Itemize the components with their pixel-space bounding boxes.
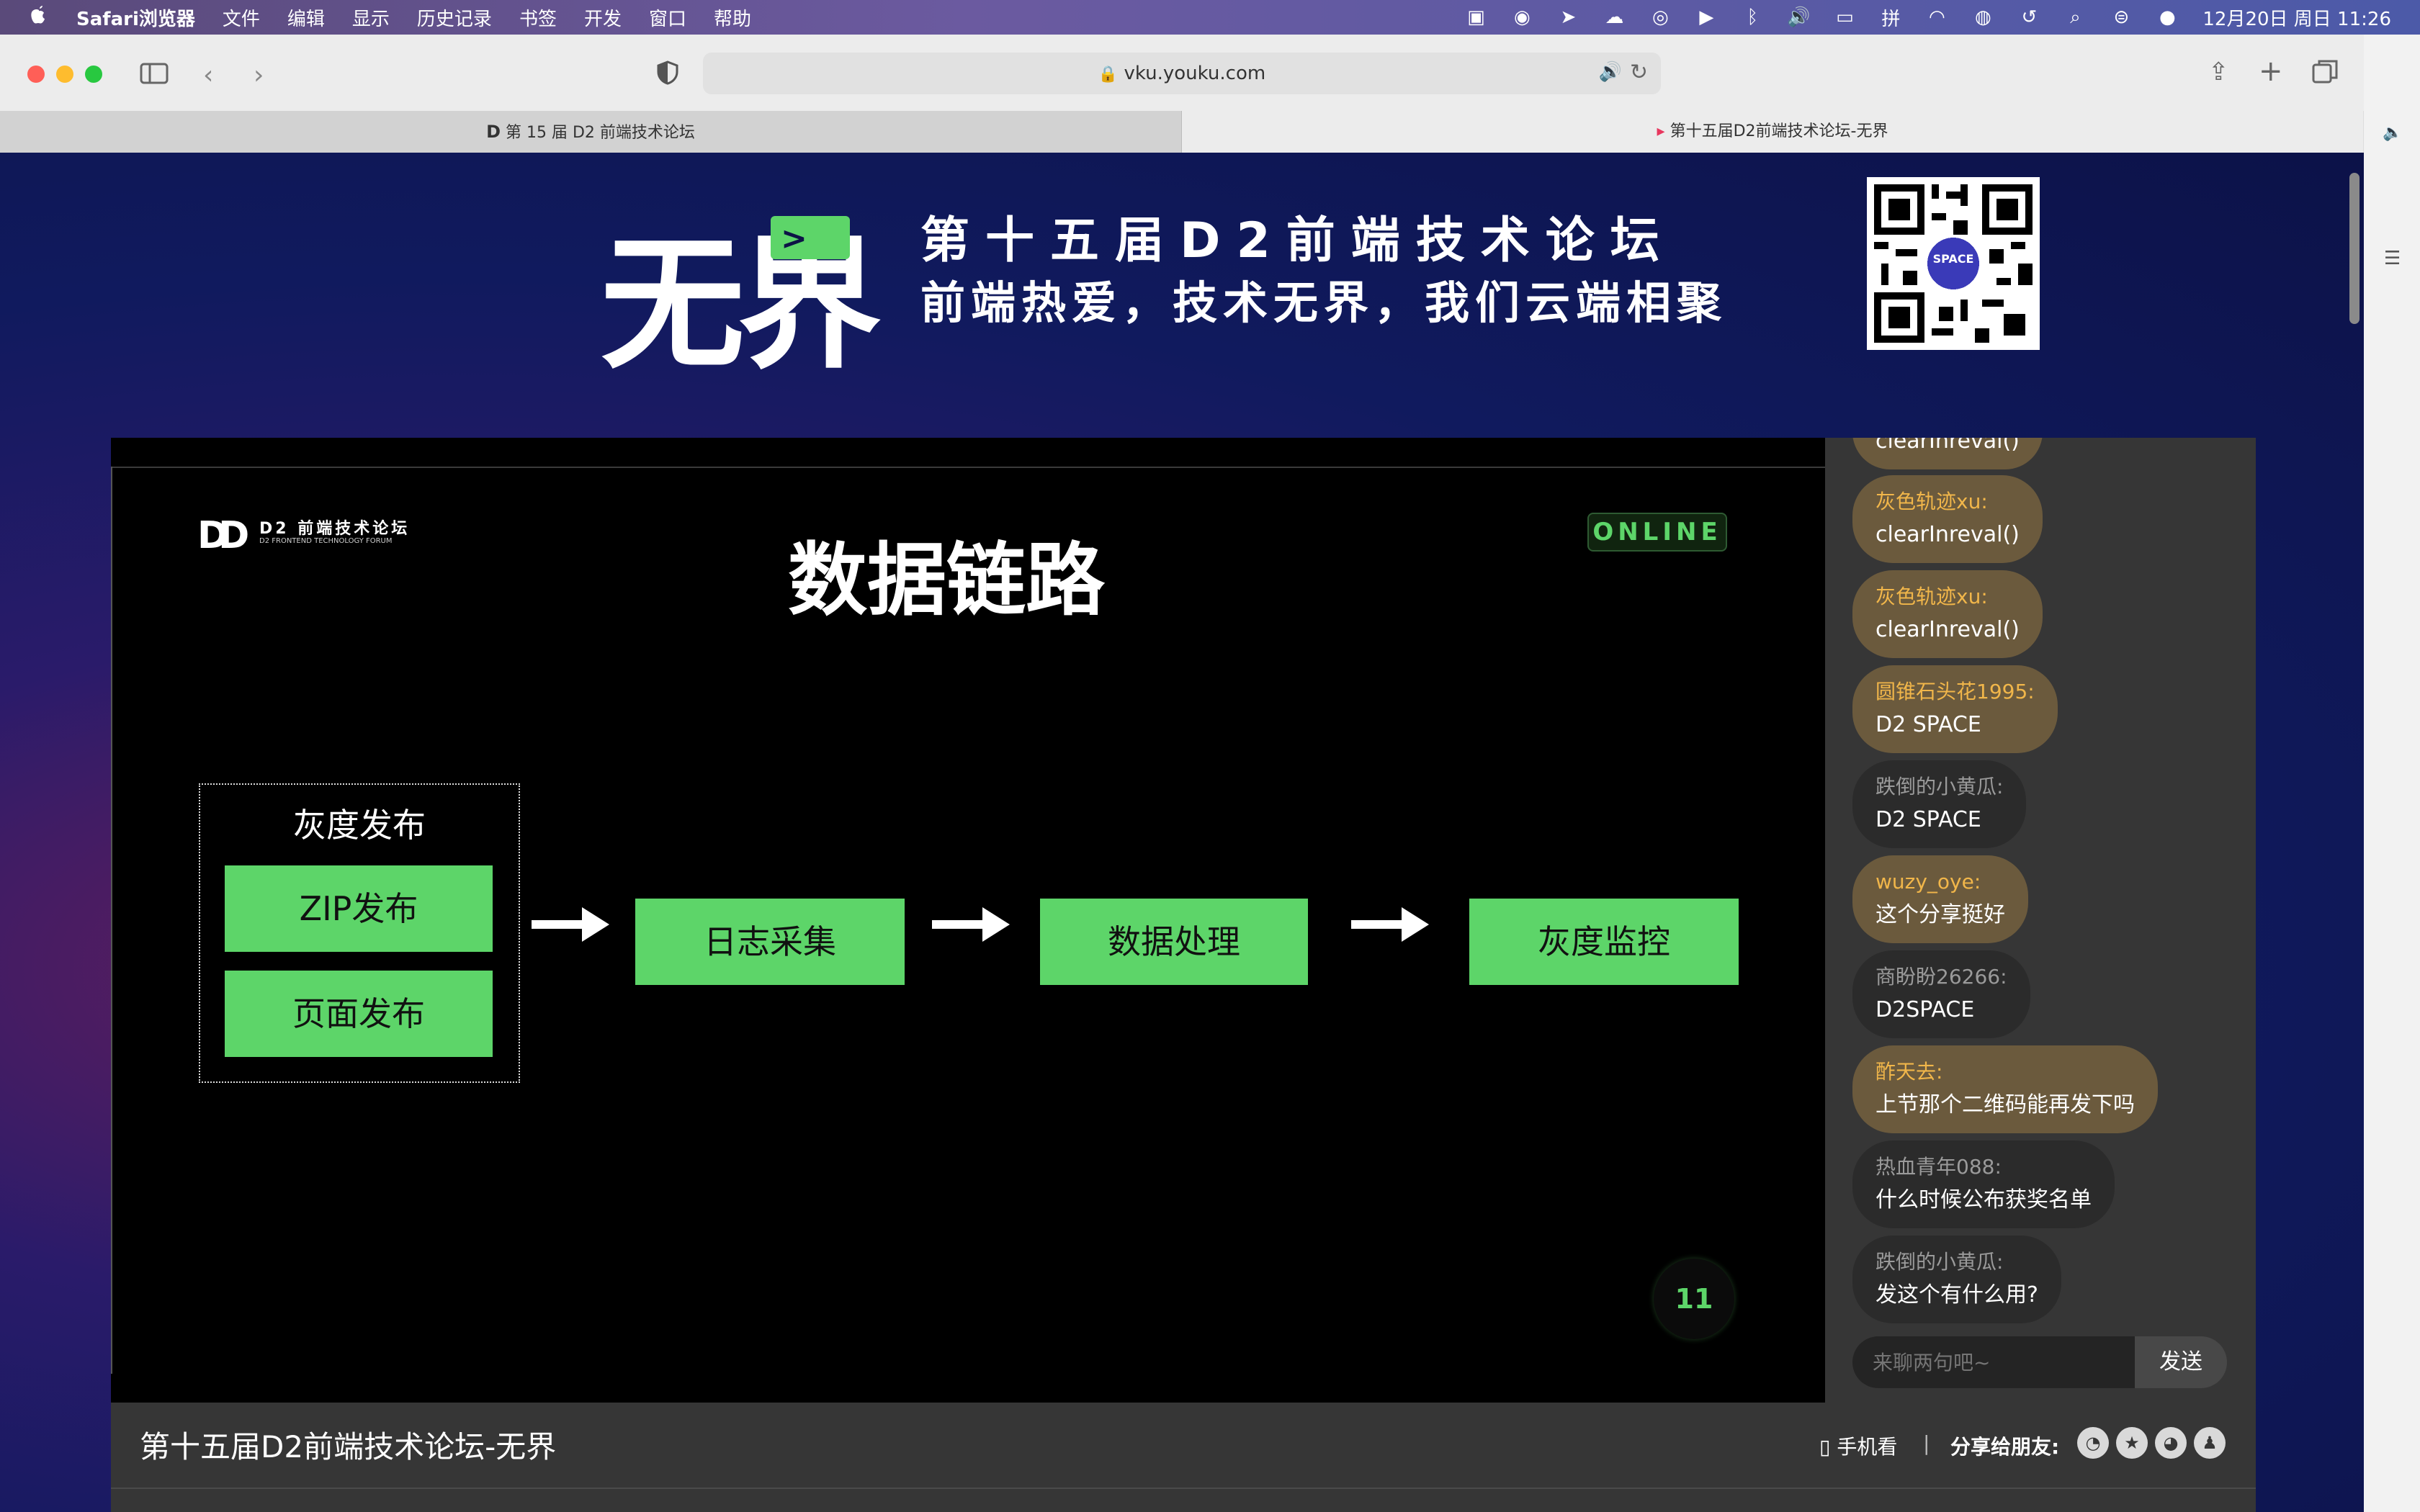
separator: |: [1923, 1431, 1930, 1455]
address-bar[interactable]: 🔒 vku.youku.com 🔊 ↻: [703, 53, 1661, 94]
menu-edit[interactable]: 编辑: [287, 4, 325, 31]
chat-message: wuzy_oye: 这个分享挺好: [1852, 855, 2028, 943]
url-text: 🔒 vku.youku.com: [1098, 63, 1266, 84]
chat-message-partial: clearInreval(): [1852, 438, 2043, 469]
arrow-right-icon: [932, 904, 1011, 948]
user-icon[interactable]: ◍: [1972, 6, 1994, 28]
spotlight-search-icon[interactable]: ⌕: [2064, 6, 2086, 28]
info-divider: [111, 1488, 2256, 1489]
zip-release-box: ZIP发布: [225, 865, 493, 952]
share-icon[interactable]: ⇪: [2208, 58, 2229, 86]
slide-logo-title: D2 前端技术论坛: [259, 520, 411, 538]
share-label: 分享给朋友:: [1950, 1435, 2060, 1459]
arrow-right-icon: [1351, 904, 1430, 948]
d2-favicon-icon: D: [486, 122, 501, 142]
page-scrollbar[interactable]: [2349, 173, 2360, 324]
qq-icon[interactable]: ◎: [1649, 6, 1671, 28]
chat-message: 跌倒的小黄瓜: D2 SPACE: [1852, 760, 2027, 848]
paper-plane-icon[interactable]: ➤: [1557, 6, 1579, 28]
input-method-icon[interactable]: 拼: [1880, 6, 1901, 30]
arrow-right-icon: [532, 904, 611, 948]
gray-release-title: 灰度发布: [293, 806, 426, 845]
tab-overview-icon[interactable]: [2312, 59, 2338, 86]
menubar-clock[interactable]: 12月20日 周日 11:26: [2202, 4, 2391, 31]
menubar: Safari浏览器 文件 编辑 显示 历史记录 书签 开发 窗口 帮助 ▣ ◉ …: [0, 0, 2420, 35]
battery-icon[interactable]: ▭: [1834, 6, 1855, 28]
phone-icon: ▯: [1819, 1435, 1831, 1459]
tab-d2-forum[interactable]: D 第 15 届 D2 前端技术论坛: [0, 111, 1182, 153]
youku-favicon-icon: ▸: [1657, 122, 1665, 140]
reload-icon[interactable]: ↻: [1630, 60, 1648, 85]
menu-bookmarks[interactable]: 书签: [519, 4, 557, 31]
slide-left-edge: [111, 467, 112, 1374]
menu-window[interactable]: 窗口: [649, 4, 686, 31]
chat-message: 灰色轨迹xu: clearInreval(): [1852, 475, 2043, 563]
gray-monitor-box: 灰度监控: [1469, 899, 1739, 985]
slide-top-edge: [111, 467, 1825, 468]
data-process-box: 数据处理: [1040, 899, 1308, 985]
wechat-icon[interactable]: ☁: [1603, 6, 1625, 28]
qr-code: SPACE: [1867, 177, 2040, 350]
close-window-button[interactable]: [27, 66, 45, 83]
chat-message: 热血青年088: 什么时候公布获奖名单: [1852, 1140, 2115, 1228]
sidebar-toggle-icon[interactable]: [140, 62, 169, 88]
menu-safari[interactable]: Safari浏览器: [76, 4, 195, 31]
brand-terminal-icon: >: [771, 216, 850, 259]
chat-message: 商盼盼26266: D2SPACE: [1852, 950, 2030, 1038]
banner-line1: 第十五届D2前端技术论坛: [920, 212, 1675, 269]
menu-help[interactable]: 帮助: [714, 4, 751, 31]
online-badge: ONLINE: [1587, 513, 1727, 552]
time-machine-icon[interactable]: ↺: [2018, 6, 2040, 28]
control-center-icon[interactable]: ⊜: [2110, 6, 2132, 28]
banner-line2: 前端热爱，技术无界，我们云端相聚: [920, 276, 1728, 329]
send-button[interactable]: 发送: [2135, 1336, 2227, 1388]
lock-icon: 🔒: [1098, 66, 1119, 84]
back-icon[interactable]: ‹: [203, 60, 213, 90]
siri-icon[interactable]: ●: [2156, 6, 2178, 28]
volume-icon[interactable]: 🔊: [1787, 6, 1810, 28]
menu-develop[interactable]: 开发: [584, 4, 622, 31]
share-weibo-icon[interactable]: ◕: [2155, 1427, 2187, 1459]
zoom-window-button[interactable]: [85, 66, 102, 83]
slide-page-number: 11: [1654, 1259, 1734, 1339]
chat-input[interactable]: [1852, 1336, 2135, 1388]
chat-message: 圆锥石头花1995: D2 SPACE: [1852, 665, 2058, 753]
wifi-icon[interactable]: ◠: [1926, 6, 1948, 28]
new-tab-icon[interactable]: +: [2259, 55, 2283, 88]
audio-playing-icon[interactable]: 🔊: [1599, 61, 1622, 83]
cursor-app-icon[interactable]: ◉: [1511, 6, 1533, 28]
mute-tab-icon[interactable]: 🔈: [2383, 124, 2402, 142]
forward-icon[interactable]: ›: [254, 60, 264, 90]
privacy-shield-icon[interactable]: [657, 60, 678, 88]
share-qq-icon[interactable]: ♟: [2194, 1427, 2226, 1459]
apple-icon[interactable]: [29, 3, 49, 32]
menu-history[interactable]: 历史记录: [417, 4, 492, 31]
chat-message: 跌倒的小黄瓜: 发这个有什么用?: [1852, 1236, 2061, 1323]
video-player[interactable]: DD D2 前端技术论坛 D2 FRONTEND TECHNOLOGY FORU…: [111, 438, 1825, 1403]
bluetooth-icon[interactable]: ᛒ: [1742, 6, 1763, 28]
share-wechat-icon[interactable]: ◔: [2077, 1427, 2109, 1459]
menu-view[interactable]: 显示: [352, 4, 390, 31]
tab-d2-wujie[interactable]: ▸ 第十五届D2前端技术论坛-无界: [1182, 111, 2363, 153]
watch-on-mobile-button[interactable]: ▯ 手机看: [1819, 1431, 1897, 1460]
play-icon[interactable]: ▶: [1695, 6, 1717, 28]
qr-badge-text: SPACE: [1932, 252, 1974, 266]
chat-panel: clearInreval() 灰色轨迹xu: clearInreval() 灰色轨…: [1825, 438, 2256, 1403]
slide-logo-subtitle: D2 FRONTEND TECHNOLOGY FORUM: [259, 537, 393, 545]
log-collect-box: 日志采集: [635, 899, 905, 985]
reader-list-icon[interactable]: ☰: [2384, 248, 2401, 269]
video-title: 第十五届D2前端技术论坛-无界: [140, 1429, 557, 1464]
page-release-box: 页面发布: [225, 971, 493, 1057]
d2-logo-icon: DD: [197, 514, 249, 557]
share-qzone-icon[interactable]: ★: [2116, 1427, 2148, 1459]
slide-title: 数据链路: [788, 534, 1105, 626]
menu-file[interactable]: 文件: [223, 4, 260, 31]
browser-side-strip: 🔈 ☰: [2364, 35, 2420, 1512]
chat-message: 灰色轨迹xu: clearInreval(): [1852, 570, 2043, 658]
chat-message: 酢天去: 上节那个二维码能再发下吗: [1852, 1045, 2158, 1133]
video-info-bar: 第十五届D2前端技术论坛-无界 ▯ 手机看 | 分享给朋友: ◔ ★ ◕ ♟: [111, 1403, 2256, 1512]
minimize-window-button[interactable]: [56, 66, 73, 83]
app-status-icon[interactable]: ▣: [1465, 6, 1487, 28]
